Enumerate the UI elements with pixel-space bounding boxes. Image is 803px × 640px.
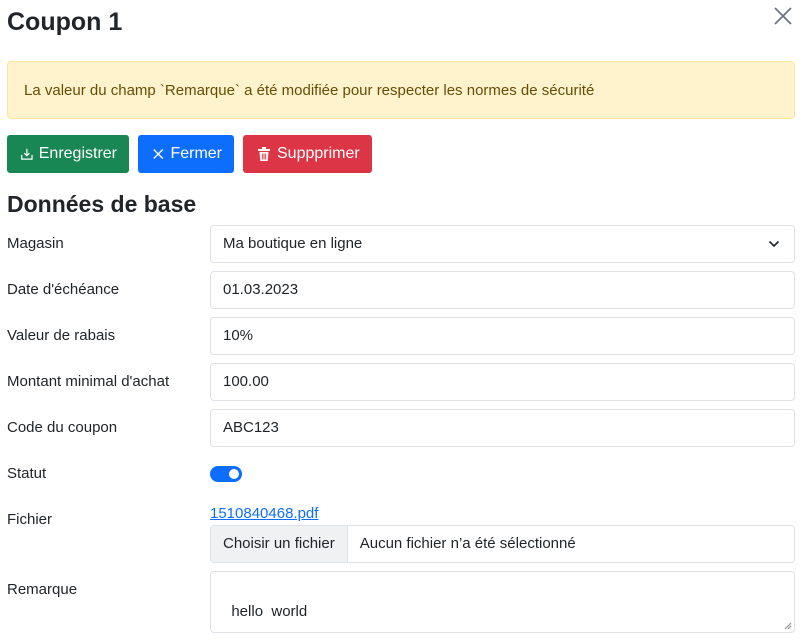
save-icon bbox=[21, 148, 33, 160]
discount-input[interactable]: 10% bbox=[210, 317, 795, 355]
x-icon bbox=[153, 149, 164, 159]
modal-title: Coupon 1 bbox=[7, 8, 123, 36]
discount-label: Valeur de rabais bbox=[7, 327, 116, 344]
file-input[interactable]: Choisir un fichier Aucun fichier n’a été… bbox=[210, 525, 795, 563]
delete-button[interactable]: Suppprimer bbox=[243, 135, 372, 173]
coupon-code-input[interactable]: ABC123 bbox=[210, 409, 795, 447]
remark-label: Remarque bbox=[7, 581, 78, 598]
warning-alert: La valeur du champ `Remarque` a été modi… bbox=[7, 61, 795, 119]
section-title: Données de base bbox=[7, 191, 197, 217]
remark-textarea[interactable]: hello world bbox=[210, 571, 795, 633]
fermer-button-label: Fermer bbox=[170, 145, 222, 162]
remark-value: hello world bbox=[231, 603, 308, 620]
min-amount-value: 100.00 bbox=[223, 373, 269, 390]
status-toggle[interactable] bbox=[210, 466, 242, 482]
save-button[interactable]: Enregistrer bbox=[7, 135, 129, 173]
store-select[interactable]: Ma boutique en ligne bbox=[210, 225, 795, 263]
coupon-code-value: ABC123 bbox=[223, 419, 279, 436]
due-date-input[interactable]: 01.03.2023 bbox=[210, 271, 795, 309]
file-label: Fichier bbox=[7, 511, 53, 528]
chevron-down-icon bbox=[768, 240, 780, 248]
due-date-value: 01.03.2023 bbox=[223, 281, 299, 298]
resize-grip-icon[interactable] bbox=[782, 620, 792, 630]
fermer-button[interactable]: Fermer bbox=[138, 135, 234, 173]
file-status-text: Aucun fichier n’a été sélectionné bbox=[359, 535, 576, 552]
trash-icon bbox=[258, 147, 270, 161]
delete-button-label: Suppprimer bbox=[277, 145, 360, 162]
save-button-label: Enregistrer bbox=[38, 145, 117, 162]
close-button[interactable] bbox=[772, 5, 794, 27]
store-value: Ma boutique en ligne bbox=[223, 235, 363, 252]
status-label: Statut bbox=[7, 465, 47, 482]
min-amount-input[interactable]: 100.00 bbox=[210, 363, 795, 401]
file-link[interactable]: 1510840468.pdf bbox=[210, 504, 318, 524]
due-date-label: Date d'échéance bbox=[7, 281, 120, 298]
toggle-knob bbox=[229, 469, 239, 479]
close-icon bbox=[774, 7, 792, 25]
store-label: Magasin bbox=[7, 235, 64, 252]
min-amount-label: Montant minimal d'achat bbox=[7, 373, 170, 390]
choose-file-button[interactable]: Choisir un fichier bbox=[211, 526, 348, 562]
discount-value: 10% bbox=[223, 327, 254, 344]
coupon-code-label: Code du coupon bbox=[7, 419, 118, 436]
